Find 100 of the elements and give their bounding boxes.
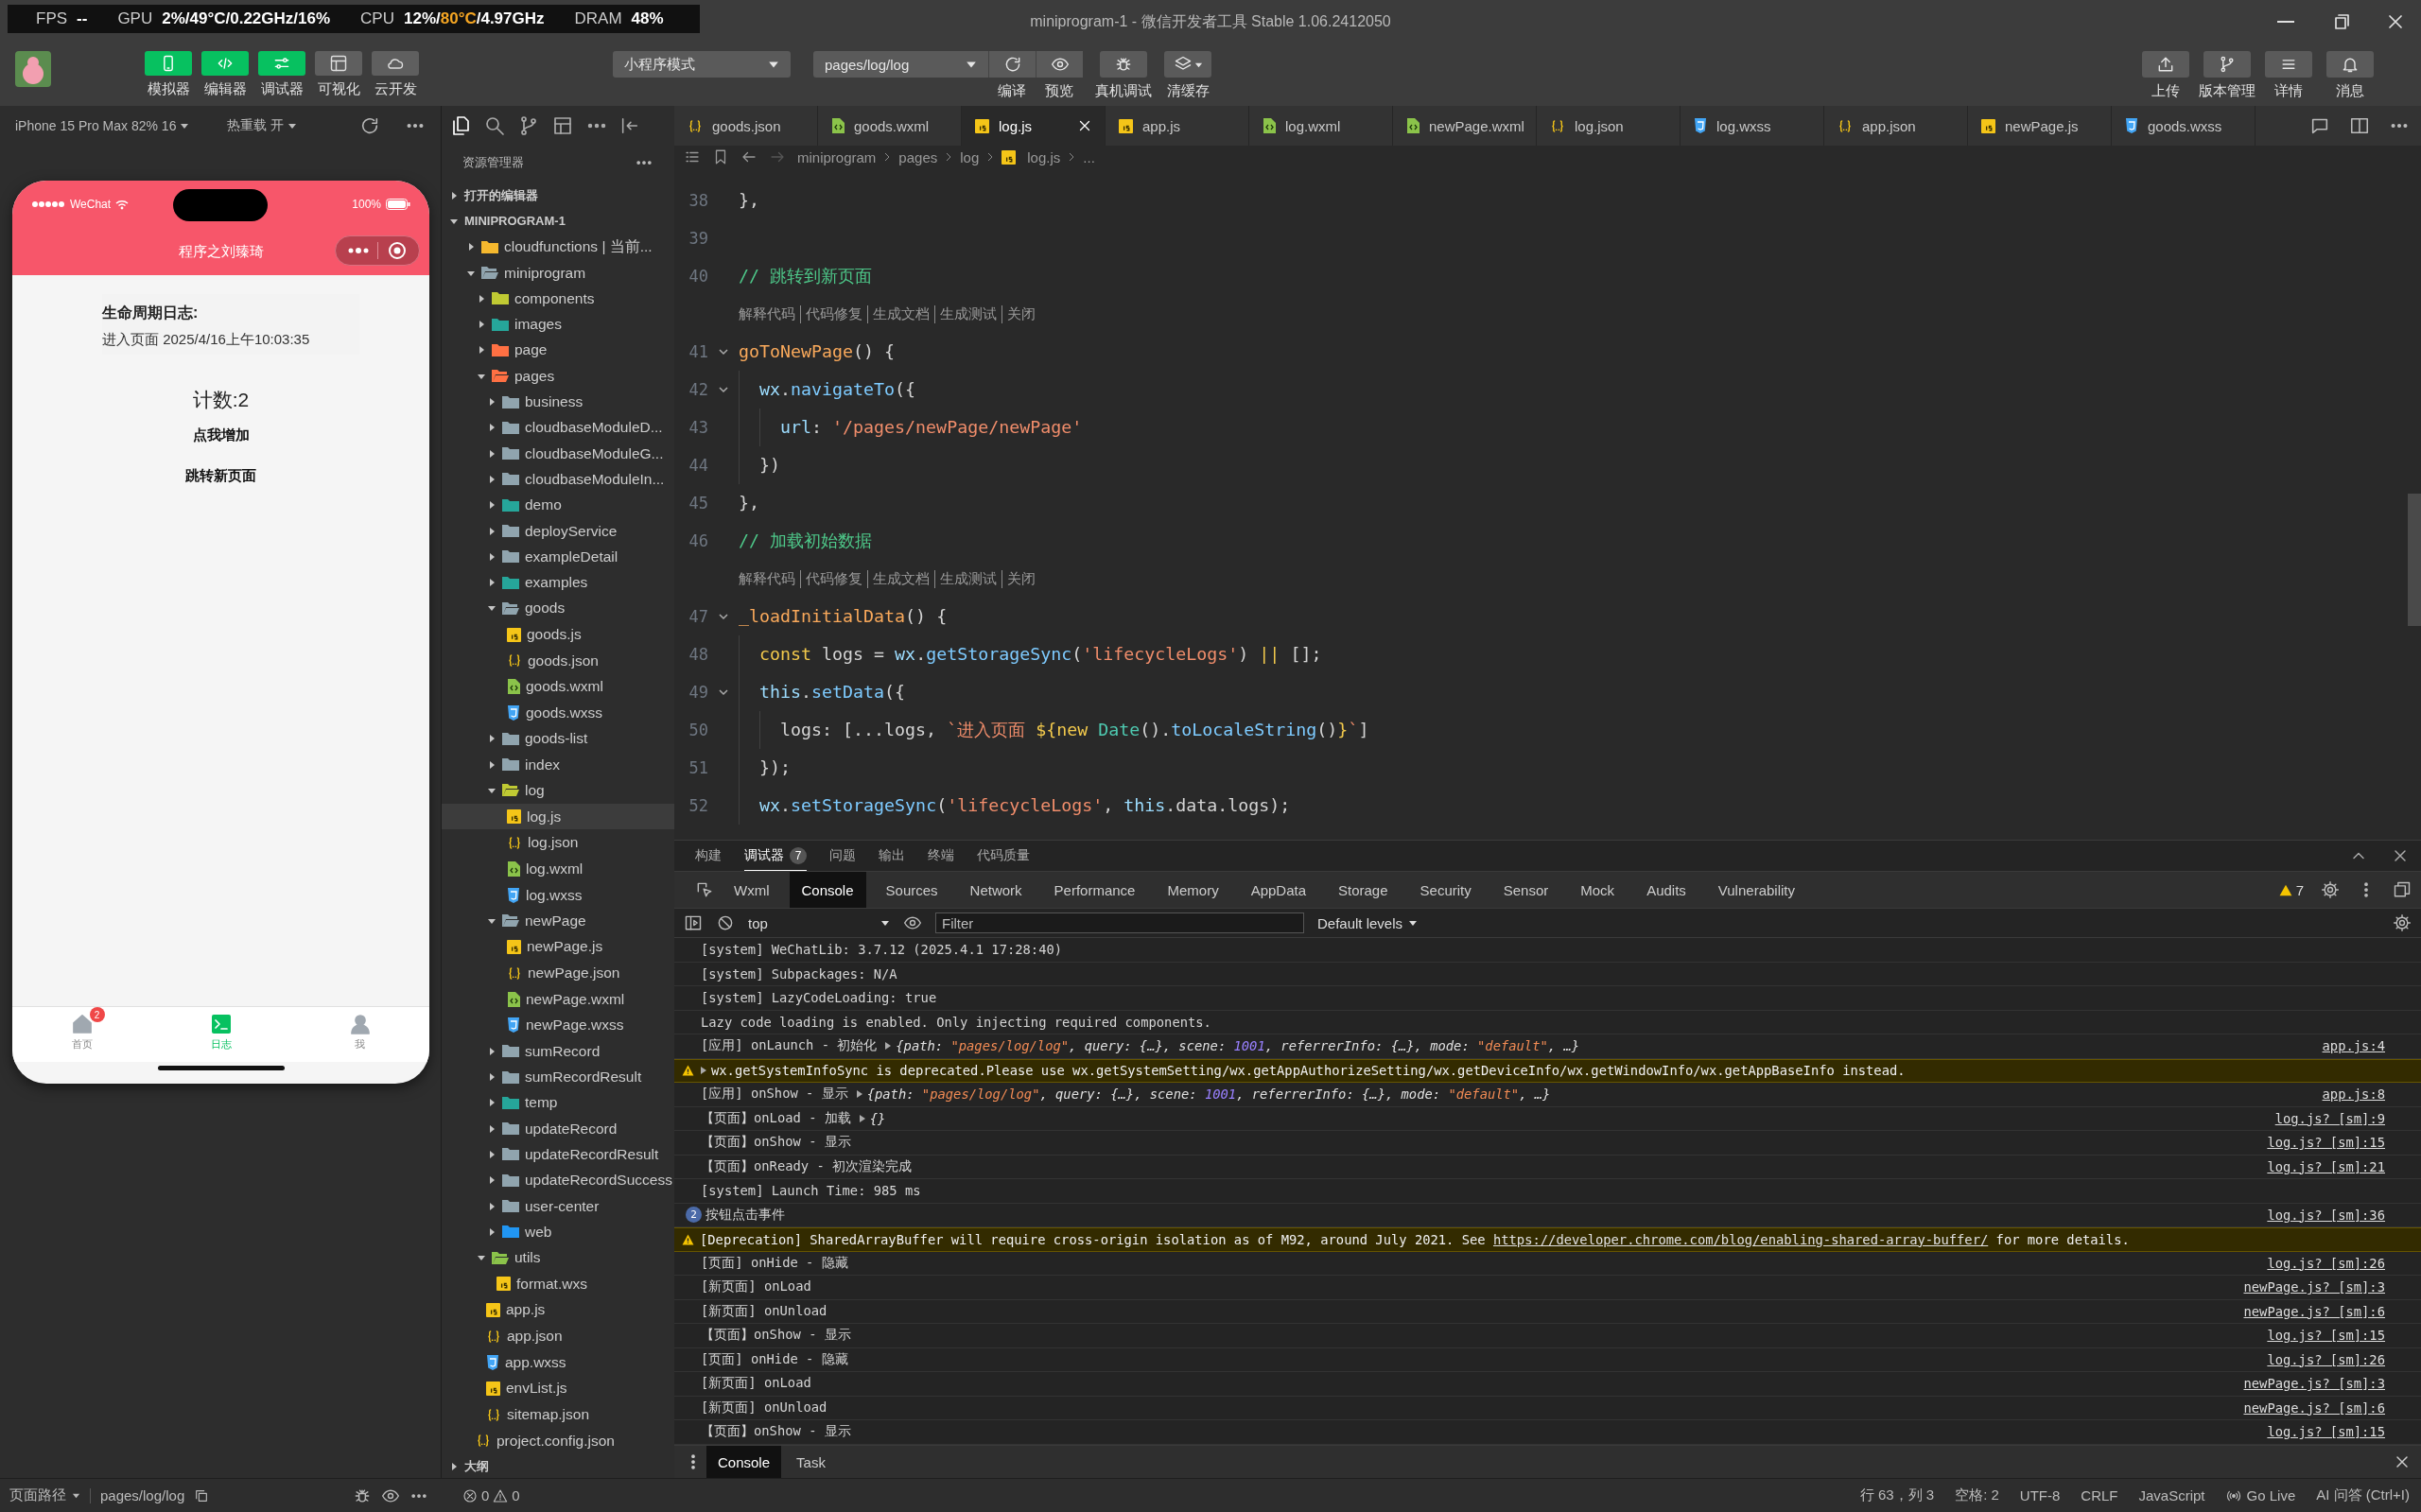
view-toggle-button[interactable]: [372, 51, 419, 76]
source-link[interactable]: newPage.js? [sm]:3: [2243, 1376, 2385, 1392]
devtools-tab[interactable]: Sources: [873, 872, 950, 908]
panel-tab[interactable]: 代码质量: [977, 841, 1030, 871]
section-header[interactable]: 大纲: [442, 1455, 674, 1478]
copy-icon[interactable]: [194, 1487, 210, 1503]
source-link[interactable]: log.js? [sm]:15: [2267, 1328, 2385, 1344]
link[interactable]: https://developer.chrome.com/blog/enabling-shared-array-buffer/: [1492, 1231, 1989, 1247]
devtools-tab[interactable]: Sensor: [1490, 872, 1561, 908]
object-preview[interactable]: {path: "pages/log/log", query: {…}, scene: 1001, referrerInfo: {…}, mode: "default", …}: [866, 1086, 1551, 1103]
tree-item[interactable]: sumRecord: [442, 1038, 674, 1065]
text-button[interactable]: 点我增加: [192, 426, 250, 444]
source-link[interactable]: newPage.js? [sm]:6: [2243, 1399, 2385, 1416]
toolbar-button[interactable]: [988, 51, 1036, 78]
source-link[interactable]: app.js:4: [2322, 1038, 2385, 1054]
inspect-icon[interactable]: [695, 880, 714, 899]
search-icon[interactable]: [483, 114, 506, 137]
tree-item[interactable]: examples: [442, 569, 674, 596]
tab-bar-item[interactable]: 我: [337, 1007, 383, 1062]
tree-item[interactable]: app.js: [442, 1296, 674, 1324]
panel-tab[interactable]: 问题: [829, 841, 856, 871]
tree-item[interactable]: log.json: [442, 829, 674, 856]
tree-item[interactable]: envList.js: [442, 1375, 674, 1402]
source-link[interactable]: log.js? [sm]:26: [2267, 1255, 2385, 1271]
settings-icon[interactable]: [2393, 913, 2412, 932]
source-link[interactable]: log.js? [sm]:15: [2267, 1135, 2385, 1151]
object-preview[interactable]: {}: [869, 1110, 886, 1126]
split-editor-icon[interactable]: [2349, 115, 2370, 136]
panel-tab[interactable]: 终端: [928, 841, 954, 871]
filter-field[interactable]: Filter: [935, 912, 1304, 933]
code-lens-link[interactable]: 生成文档: [867, 569, 934, 588]
tree-item[interactable]: components: [442, 286, 674, 312]
tree-item[interactable]: newPage.js: [442, 933, 674, 961]
tree-item[interactable]: user-center: [442, 1192, 674, 1220]
device-dropdown[interactable]: iPhone 15 Pro Max 82% 16: [15, 118, 190, 133]
tree-item[interactable]: newPage.json: [442, 960, 674, 986]
devtools-tab[interactable]: Audits: [1634, 872, 1698, 908]
tree-item[interactable]: page: [442, 337, 674, 364]
page-path-dropdown[interactable]: 页面路径: [9, 1486, 80, 1504]
toolbar-button[interactable]: [2142, 51, 2189, 78]
devtools-tab[interactable]: Security: [1407, 872, 1484, 908]
view-toggle-button[interactable]: [258, 51, 305, 76]
source-link[interactable]: log.js? [sm]:9: [2274, 1110, 2385, 1126]
page-dropdown[interactable]: pages/log/log: [813, 51, 988, 78]
devtools-tab[interactable]: AppData: [1238, 872, 1318, 908]
source-link[interactable]: log.js? [sm]:26: [2267, 1351, 2385, 1367]
tree-item[interactable]: newPage: [442, 908, 674, 934]
source-link[interactable]: newPage.js? [sm]:6: [2243, 1303, 2385, 1319]
status-item[interactable]: AI 问答 (Ctrl+I): [2316, 1486, 2410, 1504]
tree-item[interactable]: log.js: [442, 803, 674, 830]
status-item[interactable]: 行 63，列 3: [1859, 1486, 1935, 1504]
tree-item[interactable]: goods.json: [442, 648, 674, 674]
tree-item[interactable]: newPage.wxml: [442, 986, 674, 1013]
warning-count[interactable]: 7: [2278, 881, 2304, 898]
expand-arrow-icon[interactable]: [855, 1089, 863, 1100]
status-item[interactable]: 空格: 2: [1955, 1486, 1999, 1504]
tree-item[interactable]: goods-list: [442, 725, 674, 752]
tree-item[interactable]: cloudfunctions | 当前...: [442, 234, 674, 260]
tree-item[interactable]: app.wxss: [442, 1349, 674, 1376]
expand-arrow-icon[interactable]: [858, 1113, 866, 1123]
devtools-tab[interactable]: Storage: [1326, 872, 1401, 908]
tree-item[interactable]: miniprogram: [442, 259, 674, 287]
panel-tab[interactable]: 构建: [695, 841, 722, 871]
tree-item[interactable]: utils: [442, 1244, 674, 1271]
breadcrumb-item[interactable]: miniprogram: [797, 148, 877, 165]
expand-arrow-icon[interactable]: [700, 1066, 707, 1076]
devtools-tab[interactable]: Network: [957, 872, 1035, 908]
text-button[interactable]: 跳转新页面: [185, 467, 256, 485]
tree-item[interactable]: temp: [442, 1089, 674, 1116]
devtools-tab[interactable]: Wxml: [722, 872, 782, 908]
editor-tab[interactable]: log.js: [962, 106, 1106, 146]
tree-item[interactable]: log: [442, 777, 674, 804]
tree-item[interactable]: goods.wxss: [442, 700, 674, 726]
devtools-tab[interactable]: Memory: [1155, 872, 1231, 908]
tree-item[interactable]: cloudbaseModuleIn...: [442, 466, 674, 493]
toolbar-button[interactable]: [2326, 51, 2374, 78]
tree-item[interactable]: web: [442, 1219, 674, 1245]
source-link[interactable]: log.js? [sm]:15: [2267, 1424, 2385, 1440]
panel-icon[interactable]: [551, 114, 574, 137]
refresh-icon[interactable]: [359, 115, 380, 136]
tree-item[interactable]: log.wxml: [442, 856, 674, 882]
breadcrumb-item[interactable]: log: [960, 148, 980, 165]
tree-item[interactable]: goods.js: [442, 621, 674, 648]
mode-dropdown[interactable]: 小程序模式: [613, 51, 791, 78]
source-link[interactable]: log.js? [sm]:21: [2267, 1158, 2385, 1174]
object-preview[interactable]: {path: "pages/log/log", query: {…}, scene: 1001, referrerInfo: {…}, mode: "default", …}: [896, 1038, 1579, 1054]
view-toggle-button[interactable]: [201, 51, 249, 76]
tree-item[interactable]: deployService: [442, 517, 674, 545]
toolbar-button[interactable]: [2203, 51, 2251, 78]
drawer-tab[interactable]: Task: [785, 1446, 837, 1478]
tree-item[interactable]: app.json: [442, 1323, 674, 1349]
toolbar-button[interactable]: [1100, 51, 1147, 78]
breadcrumb-item[interactable]: log.js: [1027, 148, 1061, 165]
devtools-tab[interactable]: Vulnerability: [1705, 872, 1807, 908]
code-lens-link[interactable]: 解释代码: [739, 304, 800, 323]
tree-item[interactable]: format.wxs: [442, 1271, 674, 1297]
drawer-tab[interactable]: Console: [706, 1446, 782, 1478]
view-toggle-button[interactable]: [145, 51, 192, 76]
tree-item[interactable]: goods: [442, 595, 674, 622]
tree-item[interactable]: log.wxss: [442, 881, 674, 909]
